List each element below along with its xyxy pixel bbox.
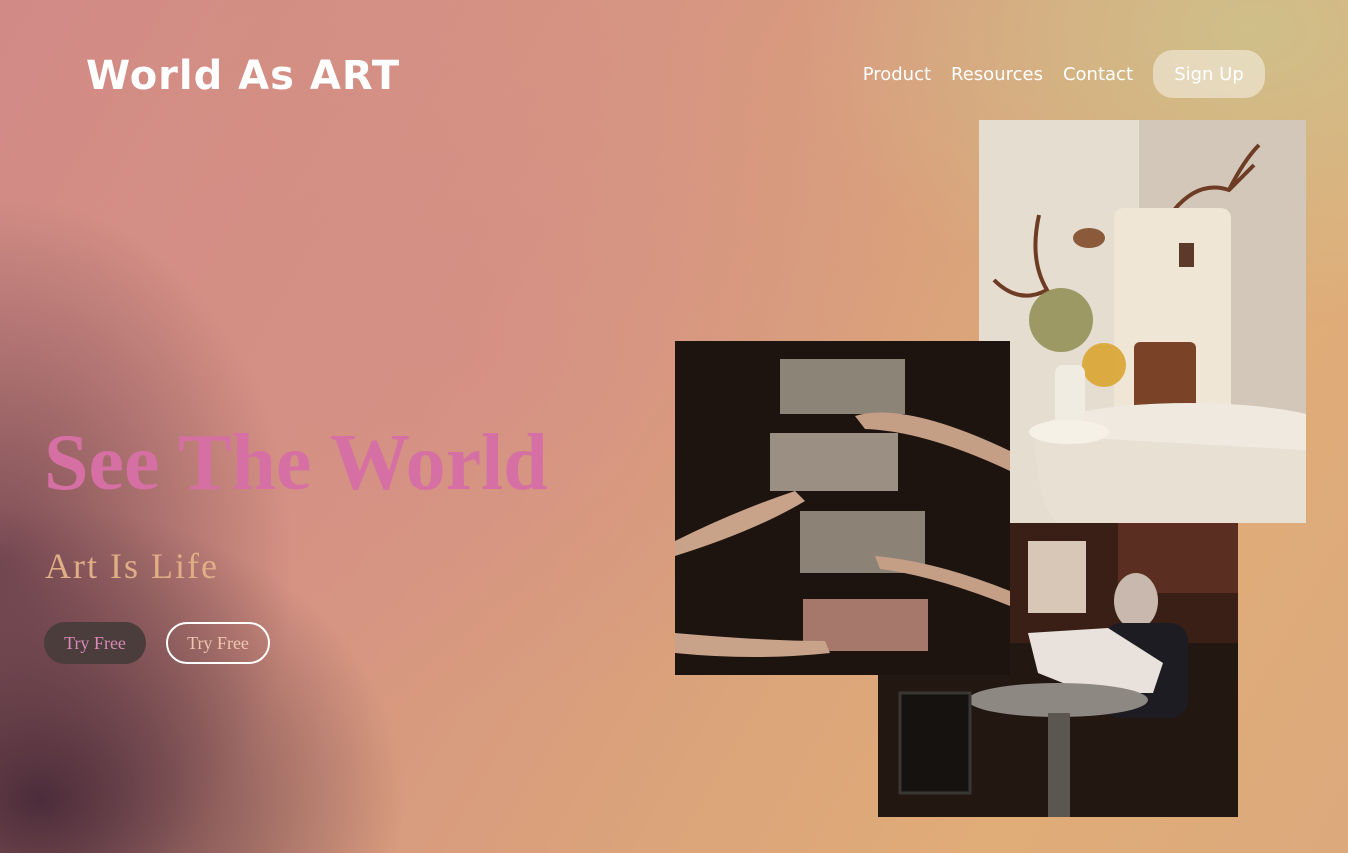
sign-up-button[interactable]: Sign Up [1153, 50, 1265, 98]
hero-headline: See The World [44, 419, 548, 507]
try-free-primary-button[interactable]: Try Free [44, 622, 146, 664]
nav-link-resources[interactable]: Resources [951, 64, 1043, 85]
nav-link-contact[interactable]: Contact [1063, 64, 1133, 85]
hero-subheadline: Art Is Life [45, 546, 219, 586]
main-nav: Product Resources Contact Sign Up [863, 50, 1265, 98]
room-still-life-photo [979, 120, 1306, 523]
try-free-secondary-button[interactable]: Try Free [166, 622, 270, 664]
site-logo[interactable]: World As ART [86, 48, 400, 104]
nav-link-product[interactable]: Product [863, 64, 931, 85]
hands-holding-art-prints-photo [675, 341, 1010, 675]
